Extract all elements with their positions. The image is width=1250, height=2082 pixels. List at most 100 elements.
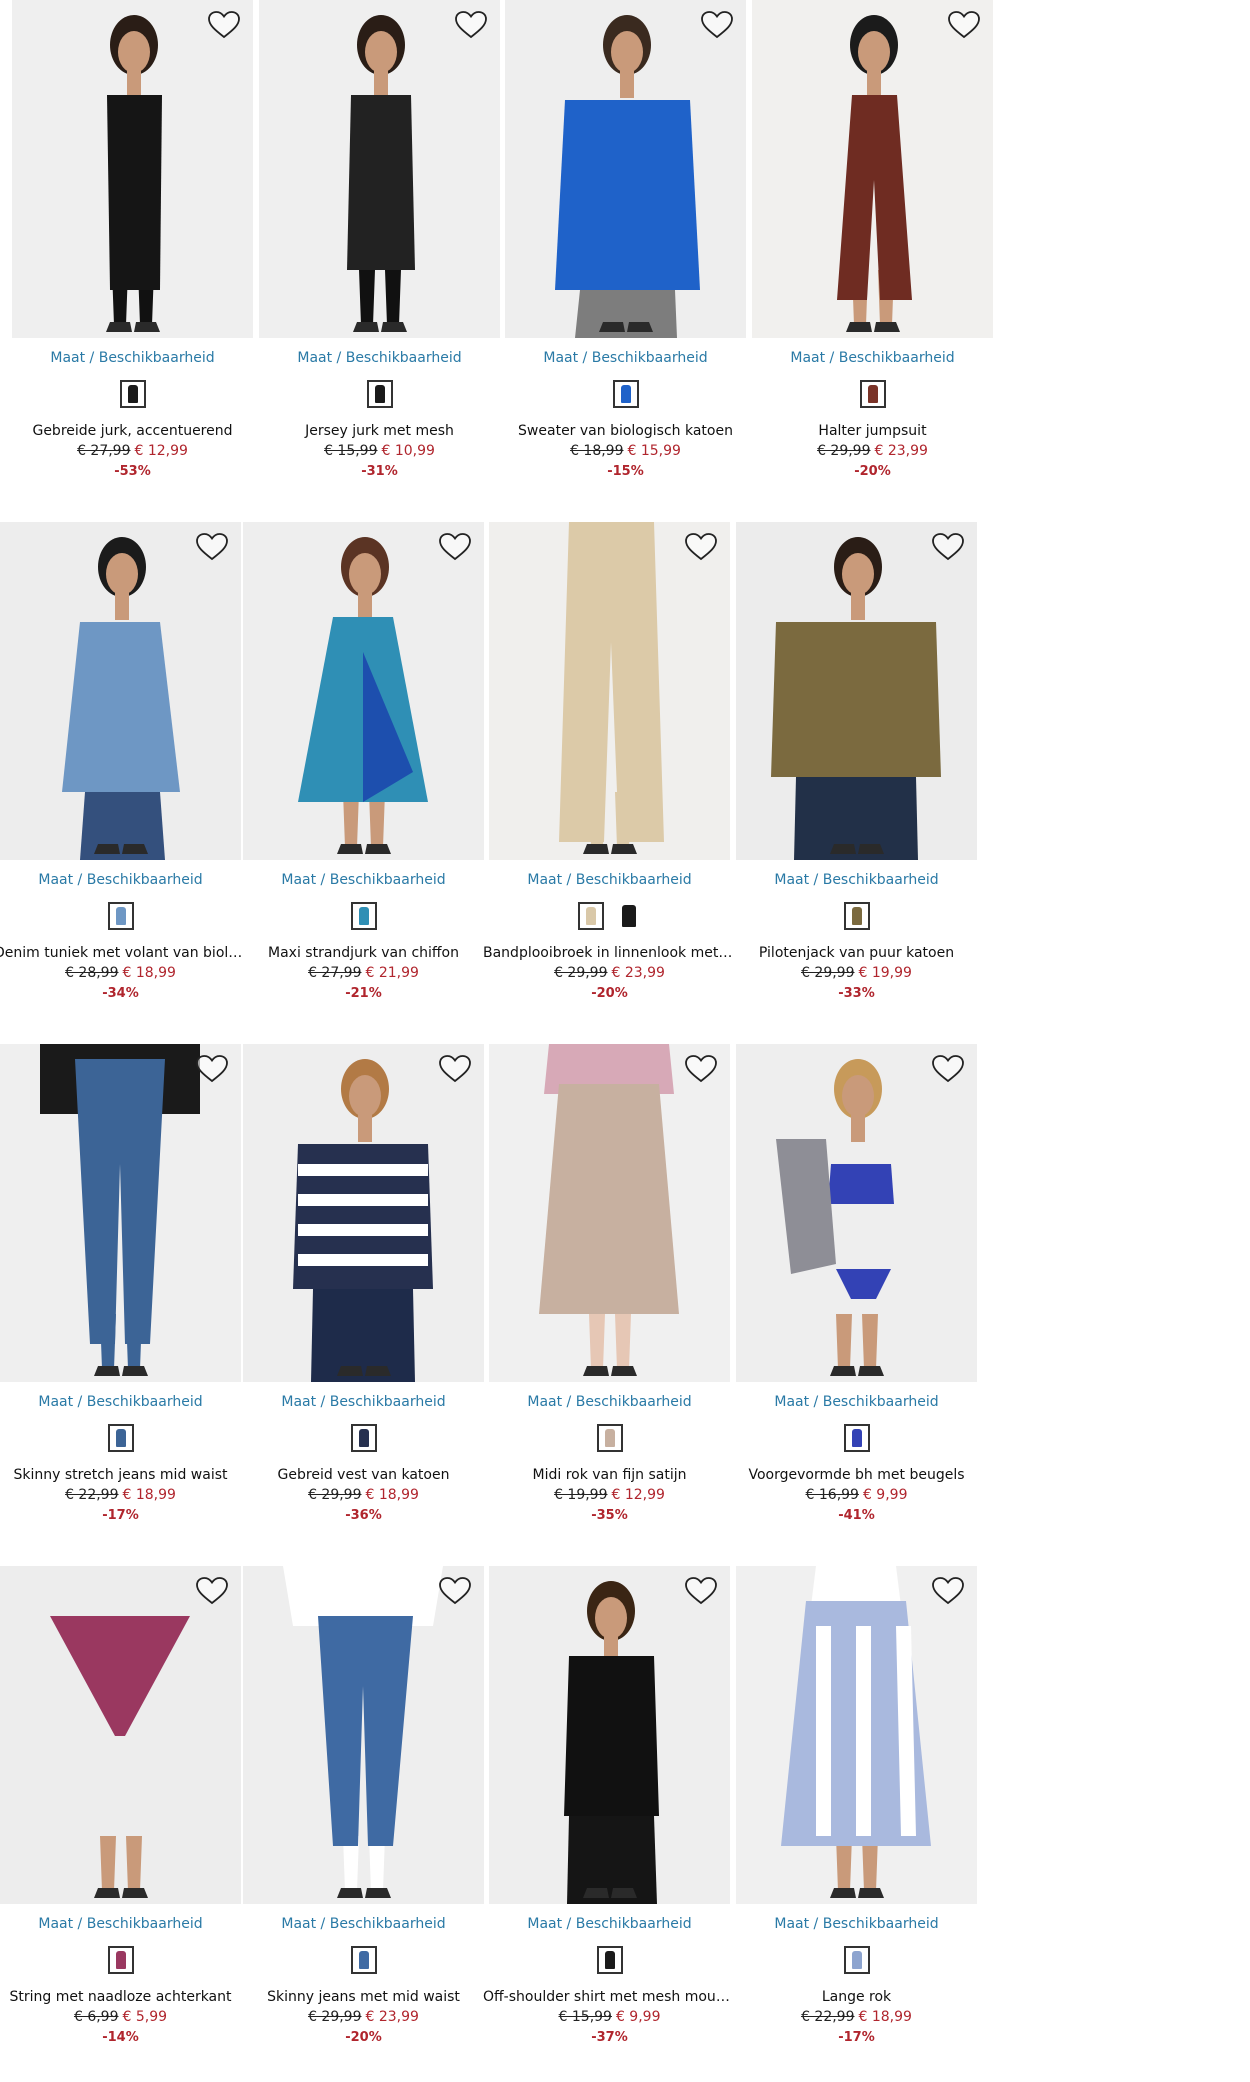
color-swatch[interactable] (859, 380, 886, 408)
product-name[interactable]: Maxi strandjurk van chiffon (237, 945, 490, 961)
swatch-color (604, 1951, 615, 1969)
wishlist-heart-icon[interactable] (931, 1054, 965, 1084)
product-name[interactable]: Voorgevormde bh met beugels (730, 1467, 983, 1483)
size-availability-link[interactable]: Maat / Beschikbaarheid (736, 872, 977, 888)
wishlist-heart-icon[interactable] (438, 1054, 472, 1084)
discount-badge: -17% (102, 1508, 139, 1523)
color-swatch[interactable] (350, 902, 377, 930)
product-image[interactable] (0, 1044, 241, 1382)
size-availability-link[interactable]: Maat / Beschikbaarheid (259, 350, 500, 366)
size-availability-link[interactable]: Maat / Beschikbaarheid (243, 1916, 484, 1932)
price-row: € 27,99 € 21,99 (243, 965, 484, 981)
wishlist-heart-icon[interactable] (454, 10, 488, 40)
product-name[interactable]: Pilotenjack van puur katoen (730, 945, 983, 961)
size-availability-link[interactable]: Maat / Beschikbaarheid (243, 1394, 484, 1410)
size-availability-link[interactable]: Maat / Beschikbaarheid (243, 872, 484, 888)
color-swatch[interactable] (107, 1946, 134, 1974)
product-name[interactable]: Sweater van biologisch katoen (499, 423, 752, 439)
color-swatch[interactable] (107, 1424, 134, 1452)
wishlist-heart-icon[interactable] (700, 10, 734, 40)
product-image[interactable] (243, 1044, 484, 1382)
wishlist-heart-icon[interactable] (931, 532, 965, 562)
product-name[interactable]: Bandplooibroek in linnenlook met elastis… (483, 945, 736, 961)
product-name[interactable]: Denim tuniek met volant van biologisch k… (0, 945, 247, 961)
product-image[interactable] (489, 1566, 730, 1904)
swatch-color (851, 1951, 862, 1969)
color-swatch[interactable] (366, 380, 393, 408)
wishlist-heart-icon[interactable] (195, 532, 229, 562)
color-swatch[interactable] (612, 380, 639, 408)
color-swatch[interactable] (596, 1424, 623, 1452)
product-image[interactable] (736, 522, 977, 860)
product-image[interactable] (0, 1566, 241, 1904)
product-name[interactable]: String met naadloze achterkant (0, 1989, 247, 2005)
wishlist-heart-icon[interactable] (438, 532, 472, 562)
product-image[interactable] (259, 0, 500, 338)
discount-badge: -41% (838, 1508, 875, 1523)
color-swatch[interactable] (577, 902, 604, 930)
size-availability-link[interactable]: Maat / Beschikbaarheid (752, 350, 993, 366)
product-image[interactable] (752, 0, 993, 338)
sale-price: € 23,99 (874, 443, 928, 459)
size-availability-link[interactable]: Maat / Beschikbaarheid (489, 872, 730, 888)
color-swatch[interactable] (107, 902, 134, 930)
product-image[interactable] (736, 1566, 977, 1904)
product-name[interactable]: Skinny jeans met mid waist (237, 1989, 490, 2005)
wishlist-heart-icon[interactable] (684, 1576, 718, 1606)
old-price: € 29,99 (554, 965, 608, 981)
size-availability-link[interactable]: Maat / Beschikbaarheid (736, 1394, 977, 1410)
product-name[interactable]: Gebreid vest van katoen (237, 1467, 490, 1483)
product-name[interactable]: Midi rok van fijn satijn (483, 1467, 736, 1483)
price-row: € 28,99 € 18,99 (0, 965, 241, 981)
product-image[interactable] (243, 1566, 484, 1904)
product-image[interactable] (489, 1044, 730, 1382)
old-price: € 28,99 (65, 965, 119, 981)
color-swatch[interactable] (843, 902, 870, 930)
old-price: € 15,99 (324, 443, 378, 459)
old-price: € 22,99 (65, 1487, 119, 1503)
price-row: € 15,99 € 9,99 (489, 2009, 730, 2025)
size-availability-link[interactable]: Maat / Beschikbaarheid (736, 1916, 977, 1932)
wishlist-heart-icon[interactable] (195, 1576, 229, 1606)
wishlist-heart-icon[interactable] (684, 1054, 718, 1084)
size-availability-link[interactable]: Maat / Beschikbaarheid (0, 1394, 241, 1410)
product-name[interactable]: Gebreide jurk, accentuerend (6, 423, 259, 439)
product-image[interactable] (505, 0, 746, 338)
wishlist-heart-icon[interactable] (195, 1054, 229, 1084)
wishlist-heart-icon[interactable] (207, 10, 241, 40)
wishlist-heart-icon[interactable] (947, 10, 981, 40)
size-availability-link[interactable]: Maat / Beschikbaarheid (12, 350, 253, 366)
wishlist-heart-icon[interactable] (438, 1576, 472, 1606)
size-availability-link[interactable]: Maat / Beschikbaarheid (505, 350, 746, 366)
product-name[interactable]: Jersey jurk met mesh (253, 423, 506, 439)
color-swatches (0, 902, 241, 934)
color-swatch[interactable] (350, 1946, 377, 1974)
product-image[interactable] (243, 522, 484, 860)
size-availability-link[interactable]: Maat / Beschikbaarheid (0, 872, 241, 888)
product-image[interactable] (736, 1044, 977, 1382)
product-name[interactable]: Halter jumpsuit (746, 423, 999, 439)
price-row: € 18,99 € 15,99 (505, 443, 746, 459)
product-name[interactable]: Off-shoulder shirt met mesh mouwen (483, 1989, 736, 2005)
color-swatch[interactable] (843, 1424, 870, 1452)
size-availability-link[interactable]: Maat / Beschikbaarheid (0, 1916, 241, 1932)
wishlist-heart-icon[interactable] (931, 1576, 965, 1606)
product-name[interactable]: Skinny stretch jeans mid waist (0, 1467, 247, 1483)
product-image[interactable] (489, 522, 730, 860)
product-image[interactable] (12, 0, 253, 338)
discount-badge: -34% (102, 986, 139, 1001)
size-availability-link[interactable]: Maat / Beschikbaarheid (489, 1916, 730, 1932)
color-swatch[interactable] (350, 1424, 377, 1452)
product-image[interactable] (0, 522, 241, 860)
color-swatch[interactable] (615, 902, 642, 930)
sale-price: € 9,99 (862, 1487, 908, 1503)
wishlist-heart-icon[interactable] (684, 532, 718, 562)
size-availability-link[interactable]: Maat / Beschikbaarheid (489, 1394, 730, 1410)
product-name[interactable]: Lange rok (730, 1989, 983, 2005)
color-swatches (489, 902, 730, 934)
discount-badge: -14% (102, 2030, 139, 2045)
price-row: € 29,99 € 19,99 (736, 965, 977, 981)
color-swatch[interactable] (596, 1946, 623, 1974)
color-swatch[interactable] (119, 380, 146, 408)
color-swatch[interactable] (843, 1946, 870, 1974)
